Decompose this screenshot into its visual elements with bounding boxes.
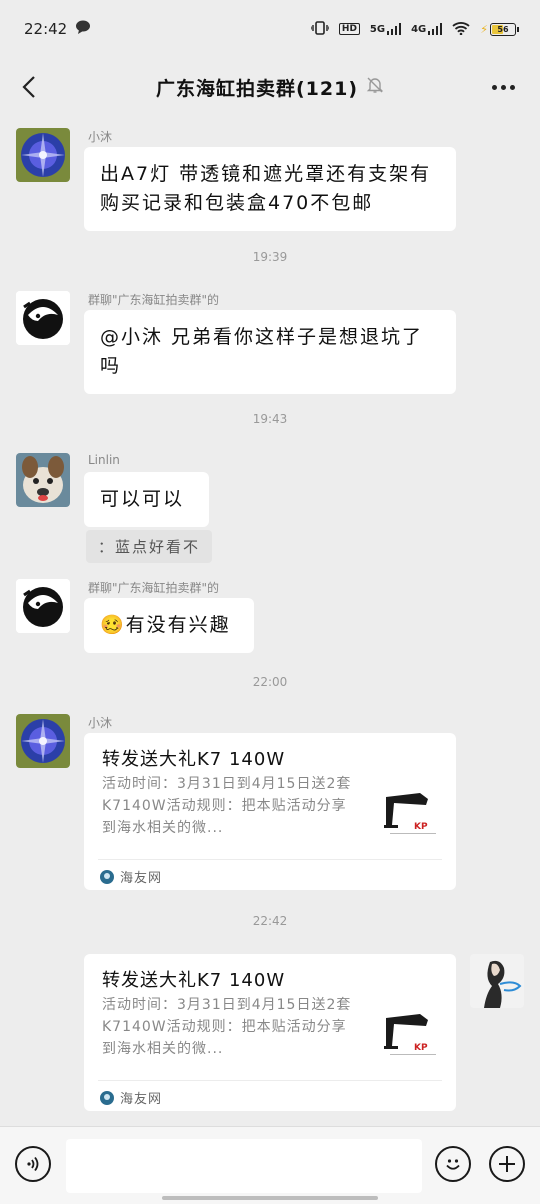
group-name: 广东海缸拍卖群(121) bbox=[155, 77, 359, 100]
emoji-button[interactable] bbox=[435, 1146, 471, 1182]
svg-text:KP: KP bbox=[414, 822, 428, 832]
quoted-message[interactable]: ：蓝点好看不 bbox=[86, 530, 213, 563]
emoji-icon: 🥴 bbox=[100, 614, 126, 636]
signal-bars-icon bbox=[428, 23, 443, 35]
timestamp: 19:39 bbox=[252, 250, 288, 264]
sender-name: 群聊"广东海缸拍卖群"的 bbox=[88, 293, 220, 307]
more-button[interactable] bbox=[486, 72, 520, 102]
battery: ⚡ 56 bbox=[480, 22, 519, 36]
message-list: 小沐 出A7灯 带透镜和遮光罩还有支架有购买记录和包装盒470不包邮 19:39… bbox=[0, 116, 540, 1126]
sender-name: 小沐 bbox=[88, 716, 113, 730]
back-button[interactable] bbox=[14, 72, 44, 102]
card-source: 海友网 bbox=[100, 867, 162, 886]
message-notification-icon bbox=[75, 20, 91, 38]
signal-bars-icon bbox=[387, 23, 402, 35]
chevron-left-icon bbox=[22, 76, 35, 98]
card-description: 活动时间：3月31日到4月15日送2套K7140W活动规则：把本贴活动分享到海水… bbox=[102, 997, 352, 1057]
sender-name: Linlin bbox=[88, 453, 120, 467]
voice-button[interactable] bbox=[15, 1146, 51, 1182]
avatar[interactable] bbox=[16, 453, 70, 507]
smiley-icon bbox=[446, 1159, 460, 1170]
avatar[interactable] bbox=[16, 291, 70, 345]
signal-5g: 5G bbox=[369, 23, 402, 35]
message-input[interactable] bbox=[66, 1139, 422, 1193]
wifi-icon bbox=[452, 21, 470, 38]
hd-icon: HD bbox=[338, 23, 360, 35]
my-avatar[interactable] bbox=[470, 954, 524, 1008]
charging-icon: ⚡ bbox=[480, 22, 488, 36]
svg-text:KP: KP bbox=[414, 1043, 428, 1053]
message-bubble[interactable]: 出A7灯 带透镜和遮光罩还有支架有购买记录和包装盒470不包邮 bbox=[84, 147, 456, 231]
net-4g-label: 4G bbox=[411, 24, 427, 35]
vibrate-icon bbox=[310, 20, 330, 38]
timestamp: 22:00 bbox=[252, 675, 288, 689]
card-divider bbox=[98, 1080, 442, 1081]
site-logo-icon bbox=[100, 869, 114, 884]
message-bubble[interactable]: 可以可以 bbox=[84, 472, 209, 527]
message-text: 有没有兴趣 bbox=[125, 614, 231, 636]
chat-title: 广东海缸拍卖群(121) bbox=[156, 74, 384, 101]
card-source-label: 海友网 bbox=[120, 1092, 163, 1107]
net-5g-label: 5G bbox=[369, 24, 386, 35]
plus-icon bbox=[499, 1156, 515, 1172]
battery-icon: 56 bbox=[490, 22, 519, 36]
message-bubble[interactable]: 🥴有没有兴趣 bbox=[84, 598, 254, 653]
card-description: 活动时间：3月31日到4月15日送2套K7140W活动规则：把本贴活动分享到海水… bbox=[102, 776, 352, 836]
card-source: 海友网 bbox=[100, 1088, 162, 1107]
site-logo-icon bbox=[100, 1090, 114, 1105]
card-divider bbox=[98, 859, 442, 860]
timestamp: 22:42 bbox=[252, 914, 288, 928]
signal-4g: 4G bbox=[411, 23, 443, 35]
card-thumbnail: KP bbox=[376, 1000, 440, 1064]
card-title: 转发送大礼K7 140W bbox=[102, 749, 286, 770]
mute-bell-icon bbox=[366, 76, 384, 99]
timestamp: 19:43 bbox=[252, 412, 288, 426]
message-bubble[interactable]: @小沐 兄弟看你这样子是想退坑了吗 bbox=[84, 310, 456, 394]
battery-level: 56 bbox=[497, 24, 509, 34]
voice-icon bbox=[27, 1156, 39, 1172]
avatar[interactable] bbox=[16, 579, 70, 633]
chat-header: 广东海缸拍卖群(121) bbox=[0, 58, 540, 116]
home-indicator[interactable] bbox=[162, 1196, 378, 1200]
link-card[interactable]: 转发送大礼K7 140W 活动时间：3月31日到4月15日送2套K7140W活动… bbox=[84, 733, 456, 890]
card-title: 转发送大礼K7 140W bbox=[102, 970, 286, 991]
card-thumbnail: KP bbox=[376, 779, 440, 843]
status-bar: 22:42 HD 5G 4G ⚡ 56 bbox=[0, 0, 540, 58]
card-source-label: 海友网 bbox=[120, 871, 163, 886]
status-time: 22:42 bbox=[24, 20, 68, 38]
avatar[interactable] bbox=[16, 714, 70, 768]
sender-name: 群聊"广东海缸拍卖群"的 bbox=[88, 581, 220, 595]
input-bar bbox=[0, 1126, 540, 1204]
link-card[interactable]: 转发送大礼K7 140W 活动时间：3月31日到4月15日送2套K7140W活动… bbox=[84, 954, 456, 1111]
sender-name: 小沐 bbox=[88, 130, 113, 144]
avatar[interactable] bbox=[16, 128, 70, 182]
more-actions-button[interactable] bbox=[489, 1146, 525, 1182]
